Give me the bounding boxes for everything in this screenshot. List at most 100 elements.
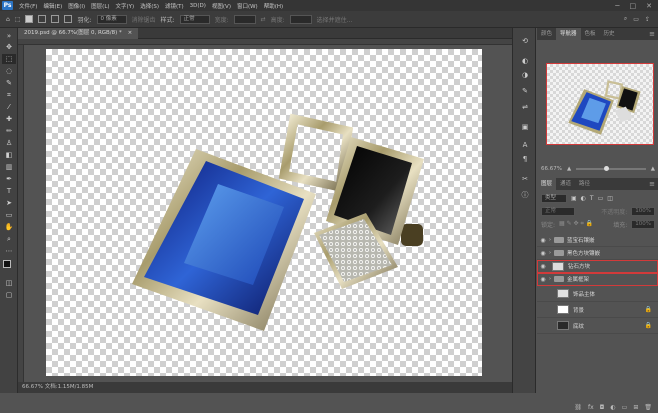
menu-edit[interactable]: 编辑(E) xyxy=(40,2,65,10)
close-icon[interactable]: ✕ xyxy=(646,2,652,10)
menu-3d[interactable]: 3D(D) xyxy=(187,3,209,9)
tab-close-icon[interactable]: × xyxy=(128,30,133,36)
layer-filter-select[interactable]: 类型 xyxy=(541,193,567,203)
tab-layers[interactable]: 图层 xyxy=(537,178,557,190)
quick-mask-icon[interactable]: ◫ xyxy=(2,278,16,288)
tab-paths[interactable]: 路径 xyxy=(575,178,594,190)
add-mask-icon[interactable]: ◘ xyxy=(600,404,605,411)
hand-tool-icon[interactable]: ✋ xyxy=(2,222,16,232)
feather-input[interactable]: 0 像素 xyxy=(96,14,127,24)
layer-row[interactable]: ◉ › 黑色方块镶嵌 xyxy=(537,247,658,260)
home-icon[interactable]: ⌂ xyxy=(6,16,10,23)
menu-type[interactable]: 文字(Y) xyxy=(113,2,138,10)
character-icon[interactable]: A xyxy=(518,140,532,150)
visibility-eye-icon[interactable]: ◉ xyxy=(537,263,549,270)
tab-navigator[interactable]: 导航器 xyxy=(556,28,581,40)
search-icon[interactable]: ⌕ xyxy=(624,15,627,23)
share-icon[interactable]: ⇪ xyxy=(645,16,650,23)
layer-row-highlighted[interactable]: ◉ › 金属框架 xyxy=(537,273,658,286)
paragraph-icon[interactable]: ¶ xyxy=(518,154,532,164)
filter-adjust-icon[interactable]: ◐ xyxy=(581,195,586,202)
filter-pixel-icon[interactable]: ▣ xyxy=(571,195,577,202)
layers-menu-icon[interactable]: ≡ xyxy=(649,178,658,190)
adjustment-layer-icon[interactable]: ◐ xyxy=(610,404,615,411)
adjustments-icon[interactable]: ◑ xyxy=(518,70,532,80)
document-canvas[interactable] xyxy=(46,49,482,376)
crop-tool-icon[interactable]: ⌗ xyxy=(2,90,16,100)
add-selection-icon[interactable] xyxy=(38,15,47,23)
move-tool-icon[interactable]: ✥ xyxy=(2,42,16,52)
expand-arrow-icon[interactable]: › xyxy=(549,276,551,282)
expand-arrow-icon[interactable]: › xyxy=(549,250,551,256)
brush-tool-icon[interactable]: ✏ xyxy=(2,126,16,136)
layer-row[interactable]: 饰品主体 xyxy=(537,286,658,302)
link-layers-icon[interactable]: ⛓ xyxy=(574,404,582,411)
gradient-tool-icon[interactable]: ▥ xyxy=(2,162,16,172)
collapse-icon[interactable]: » xyxy=(2,31,16,41)
visibility-eye-icon[interactable]: ◉ xyxy=(537,250,549,257)
swap-icon[interactable]: ⇄ xyxy=(261,16,266,23)
lock-icons[interactable]: ▦ ✎ ✥ ⌗ 🔒 xyxy=(559,220,593,228)
menu-window[interactable]: 窗口(W) xyxy=(234,2,261,10)
tab-channels[interactable]: 通道 xyxy=(556,178,575,190)
intersect-selection-icon[interactable] xyxy=(64,15,73,23)
blend-mode-select[interactable]: 正常 xyxy=(541,206,575,216)
menu-help[interactable]: 帮助(H) xyxy=(261,2,286,10)
menu-select[interactable]: 选择(S) xyxy=(137,2,162,10)
layer-row[interactable]: 背景 🔒 xyxy=(537,302,658,318)
zoom-in-icon[interactable]: ▲ xyxy=(651,166,655,172)
expand-arrow-icon[interactable]: › xyxy=(549,237,551,243)
quick-select-tool-icon[interactable]: ✎ xyxy=(2,78,16,88)
zoom-slider[interactable] xyxy=(576,166,646,171)
select-mask-button[interactable]: 选择并遮住... xyxy=(317,15,353,24)
screen-mode-icon[interactable]: ▢ xyxy=(2,290,16,300)
menu-filter[interactable]: 滤镜(T) xyxy=(162,2,187,10)
filter-smart-icon[interactable]: ◫ xyxy=(607,195,613,202)
tab-history[interactable]: 历史 xyxy=(600,28,619,40)
layer-style-icon[interactable]: fx xyxy=(588,404,594,411)
marquee-tool-icon[interactable]: ⬚ xyxy=(15,16,21,23)
paths-icon[interactable]: ⇌ xyxy=(518,102,532,112)
zoom-slider-knob[interactable] xyxy=(604,166,610,171)
history-icon[interactable]: ⟲ xyxy=(518,36,532,46)
menu-file[interactable]: 文件(F) xyxy=(16,2,40,10)
new-group-icon[interactable]: ▭ xyxy=(622,404,628,411)
layer-row-highlighted[interactable]: ◉ 钻石方块 xyxy=(537,260,658,273)
tab-swatches[interactable]: 色板 xyxy=(581,28,600,40)
zoom-tool-icon[interactable]: ⌕ xyxy=(2,234,16,244)
eraser-tool-icon[interactable]: ◧ xyxy=(2,150,16,160)
navigator-preview[interactable] xyxy=(546,63,654,145)
document-tab[interactable]: 2019.psd @ 66.7%(图层 0, RGB/8) * × xyxy=(18,28,139,39)
eyedropper-tool-icon[interactable]: ⁄ xyxy=(2,102,16,112)
info-icon[interactable]: ⓘ xyxy=(518,190,532,200)
visibility-eye-icon[interactable]: ◉ xyxy=(537,237,549,244)
layer-row[interactable]: ◉ › 蓝宝石镶嵌 xyxy=(537,234,658,247)
delete-layer-icon[interactable]: 🗑 xyxy=(644,404,652,411)
libraries-icon[interactable]: ▣ xyxy=(518,122,532,132)
zoom-value[interactable]: 66.67% xyxy=(541,166,562,172)
opacity-input[interactable]: 100% xyxy=(631,206,655,216)
menu-image[interactable]: 图像(I) xyxy=(65,2,88,10)
properties-icon[interactable]: ◐ xyxy=(518,56,532,66)
foreground-color-swatch[interactable] xyxy=(3,260,11,268)
more-tools-icon[interactable]: ⋯ xyxy=(2,246,16,256)
tool-presets-icon[interactable]: ✂ xyxy=(518,174,532,184)
style-select[interactable]: 正常 xyxy=(179,14,210,24)
zoom-out-icon[interactable]: ▲ xyxy=(567,166,571,172)
lasso-tool-icon[interactable]: ◌ xyxy=(2,66,16,76)
filter-type-icon[interactable]: T xyxy=(590,195,594,202)
height-input[interactable] xyxy=(289,14,312,24)
minimize-icon[interactable]: ─ xyxy=(615,2,619,10)
tab-color[interactable]: 颜色 xyxy=(537,28,556,40)
width-input[interactable] xyxy=(233,14,256,24)
path-select-icon[interactable]: ➤ xyxy=(2,198,16,208)
workspace-icon[interactable]: ▭ xyxy=(633,16,639,23)
pen-tool-icon[interactable]: ✒ xyxy=(2,174,16,184)
clone-stamp-icon[interactable]: ♙ xyxy=(2,138,16,148)
rect-marquee-tool-icon[interactable]: ⬚ xyxy=(2,54,16,64)
menu-layer[interactable]: 图层(L) xyxy=(88,2,112,10)
panel-menu-icon[interactable]: ≡ xyxy=(649,28,658,40)
new-layer-icon[interactable]: ⊞ xyxy=(633,404,638,411)
new-selection-icon[interactable] xyxy=(25,15,34,23)
brush-settings-icon[interactable]: ✎ xyxy=(518,86,532,96)
